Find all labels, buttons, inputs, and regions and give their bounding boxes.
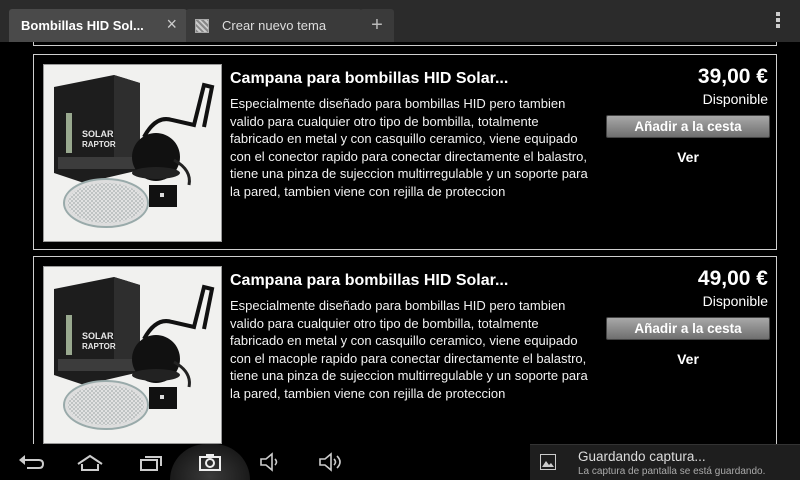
volume-down-icon[interactable] [254,450,284,474]
add-to-cart-button[interactable]: Añadir a la cesta [606,115,770,138]
notification-text: La captura de pantalla se está guardando… [578,466,766,477]
availability-status: Disponible [702,293,768,309]
favicon-icon [195,18,209,33]
recent-apps-icon[interactable] [134,450,168,474]
tab-title: Crear nuevo tema [222,18,327,33]
svg-text:RAPTOR: RAPTOR [82,140,116,149]
screenshot-icon[interactable] [194,450,226,474]
tab-crear-nuevo-tema[interactable]: Crear nuevo tema [186,9,362,42]
overflow-menu-icon[interactable] [776,12,780,28]
home-icon[interactable] [72,450,108,474]
product-description: Especialmente diseñado para bombillas HI… [230,298,588,401]
browser-tab-bar: Bombillas HID Sol... × Crear nuevo tema … [0,0,800,42]
availability-status: Disponible [702,91,768,107]
previous-card-edge [33,42,777,46]
product-image[interactable]: SOLAR RAPTOR [43,266,222,444]
product-title[interactable]: Campana para bombillas HID Solar... [230,70,508,88]
tab-bombillas[interactable]: Bombillas HID Sol... × [9,9,187,42]
notification-title: Guardando captura... [578,449,706,464]
product-card: SOLAR RAPTOR Campana para bombillas HID … [33,54,777,250]
image-icon [540,454,556,470]
product-card: SOLAR RAPTOR Campana para bombillas HID … [33,256,777,444]
new-tab-button[interactable]: + [360,9,394,42]
svg-text:SOLAR: SOLAR [82,331,114,341]
product-price: 39,00 € [697,65,768,88]
view-product-link[interactable]: Ver [606,149,770,165]
page-content[interactable]: SOLAR RAPTOR Campana para bombillas HID … [0,42,800,444]
volume-up-icon[interactable] [314,450,346,474]
product-price: 49,00 € [697,267,768,290]
svg-text:SOLAR: SOLAR [82,129,114,139]
svg-text:RAPTOR: RAPTOR [82,342,116,351]
close-tab-icon[interactable]: × [166,15,177,33]
product-description: Especialmente diseñado para bombillas HI… [230,96,588,199]
product-title[interactable]: Campana para bombillas HID Solar... [230,272,508,290]
screenshot-notification[interactable]: Guardando captura... La captura de panta… [530,444,800,480]
back-icon[interactable] [14,450,48,474]
product-image[interactable]: SOLAR RAPTOR [43,64,222,242]
add-to-cart-button[interactable]: Añadir a la cesta [606,317,770,340]
view-product-link[interactable]: Ver [606,351,770,367]
tab-title: Bombillas HID Sol... [21,18,144,33]
